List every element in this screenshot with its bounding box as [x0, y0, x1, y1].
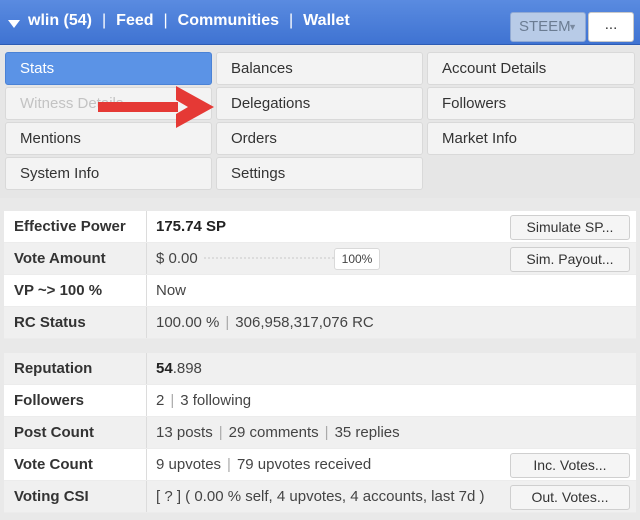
post-count-value: 13 posts | 29 comments | 35 replies: [156, 417, 400, 449]
row-value: 175.74 SP: [156, 211, 226, 243]
wallet-link[interactable]: Wallet: [303, 12, 350, 36]
divider: [146, 243, 147, 274]
tab-delegations[interactable]: Delegations: [216, 87, 423, 120]
table-row: RC Status 100.00 % | 306,958,317,076 RC: [4, 307, 636, 339]
divider: [146, 211, 147, 242]
tab-stats[interactable]: Stats: [5, 52, 212, 85]
top-nav: wlin (54) | Feed | Communities | Wallet: [28, 12, 350, 36]
vote-amount-value: $ 0.00: [156, 250, 198, 267]
tabs-panel: Stats Balances Account Details Witness D…: [0, 46, 640, 198]
pipe-separator: |: [170, 392, 175, 409]
currency-label: STEEM: [519, 18, 571, 35]
table-row: Vote Amount $ 0.00 100% Sim. Payout...: [4, 243, 636, 275]
pipe-separator: |: [225, 314, 230, 331]
currency-select[interactable]: STEEM ▼: [510, 12, 586, 42]
nav-separator: |: [163, 12, 168, 29]
pipe-separator: |: [218, 424, 223, 441]
rc-amount: 306,958,317,076 RC: [235, 314, 374, 331]
red-arrow-icon: [98, 86, 214, 128]
followers-value: 2 | 3 following: [156, 385, 251, 417]
row-label: Post Count: [14, 424, 94, 441]
reputation-dec: .898: [172, 360, 202, 377]
chevron-down-icon: ▼: [568, 22, 577, 32]
table-row: Effective Power 175.74 SP Simulate SP...: [4, 211, 636, 243]
following-count: 3 following: [180, 392, 252, 409]
divider: [146, 481, 147, 512]
table-row: Voting CSI [ ? ] ( 0.00 % self, 4 upvote…: [4, 481, 636, 513]
rc-status-value: 100.00 % | 306,958,317,076 RC: [156, 307, 374, 339]
reputation-int: 54: [156, 360, 173, 377]
vote-weight-slider[interactable]: [204, 257, 334, 262]
comments-count: 29 comments: [228, 424, 319, 441]
tab-orders[interactable]: Orders: [216, 122, 423, 155]
reputation-value: 54.898: [156, 353, 202, 385]
stats-table-social: Reputation 54.898 Followers 2 | 3 followin…: [4, 353, 636, 513]
divider: [146, 449, 147, 480]
communities-link[interactable]: Communities: [178, 12, 279, 36]
row-label: Voting CSI: [14, 488, 89, 505]
tab-followers[interactable]: Followers: [427, 87, 635, 120]
tab-account-details[interactable]: Account Details: [427, 52, 635, 85]
simulate-sp-button[interactable]: Simulate SP...: [510, 215, 630, 240]
row-label: RC Status: [14, 314, 86, 331]
row-label: Reputation: [14, 360, 93, 377]
more-button[interactable]: ...: [588, 12, 634, 42]
nav-separator: |: [289, 12, 294, 29]
table-row: Reputation 54.898: [4, 353, 636, 385]
top-header: wlin (54) | Feed | Communities | Wallet …: [0, 0, 640, 45]
divider: [146, 417, 147, 448]
row-label: Followers: [14, 392, 85, 409]
row-label: VP ~> 100 %: [14, 282, 103, 299]
rc-percent: 100.00 %: [156, 314, 220, 331]
upvotes-count: 9 upvotes: [156, 456, 222, 473]
replies-count: 35 replies: [334, 424, 400, 441]
divider: [146, 353, 147, 384]
table-row: Vote Count 9 upvotes | 79 upvotes received…: [4, 449, 636, 481]
effective-power-value: 175.74 SP: [156, 218, 227, 235]
inc-votes-button[interactable]: Inc. Votes...: [510, 453, 630, 478]
nav-separator: |: [102, 12, 107, 29]
vote-percent-badge: 100%: [334, 248, 380, 270]
upvotes-received: 79 upvotes received: [236, 456, 372, 473]
divider: [146, 275, 147, 306]
tab-settings[interactable]: Settings: [216, 157, 423, 190]
tab-market-info[interactable]: Market Info: [427, 122, 635, 155]
stats-table-power: Effective Power 175.74 SP Simulate SP...…: [4, 211, 636, 339]
row-label: Vote Count: [14, 456, 93, 473]
divider: [146, 307, 147, 338]
tab-balances[interactable]: Balances: [216, 52, 423, 85]
posts-count: 13 posts: [156, 424, 213, 441]
pipe-separator: |: [227, 456, 231, 473]
table-row: VP ~> 100 % Now: [4, 275, 636, 307]
table-row: Post Count 13 posts | 29 comments | 35 repli…: [4, 417, 636, 449]
tab-system-info[interactable]: System Info: [5, 157, 212, 190]
feed-link[interactable]: Feed: [116, 12, 153, 36]
pipe-separator: |: [324, 424, 329, 441]
row-label: Effective Power: [14, 218, 126, 235]
caret-down-icon[interactable]: [8, 20, 20, 28]
vp-value: Now: [156, 282, 187, 299]
sim-payout-button[interactable]: Sim. Payout...: [510, 247, 630, 272]
row-label: Vote Amount: [14, 250, 106, 267]
table-row: Followers 2 | 3 following: [4, 385, 636, 417]
vote-count-value: 9 upvotes | 79 upvotes received: [156, 449, 371, 481]
voting-csi-value: [ ? ] ( 0.00 % self, 4 upvotes, 4 accoun…: [156, 488, 485, 505]
out-votes-button[interactable]: Out. Votes...: [510, 485, 630, 510]
divider: [146, 385, 147, 416]
user-link[interactable]: wlin (54): [28, 12, 92, 36]
